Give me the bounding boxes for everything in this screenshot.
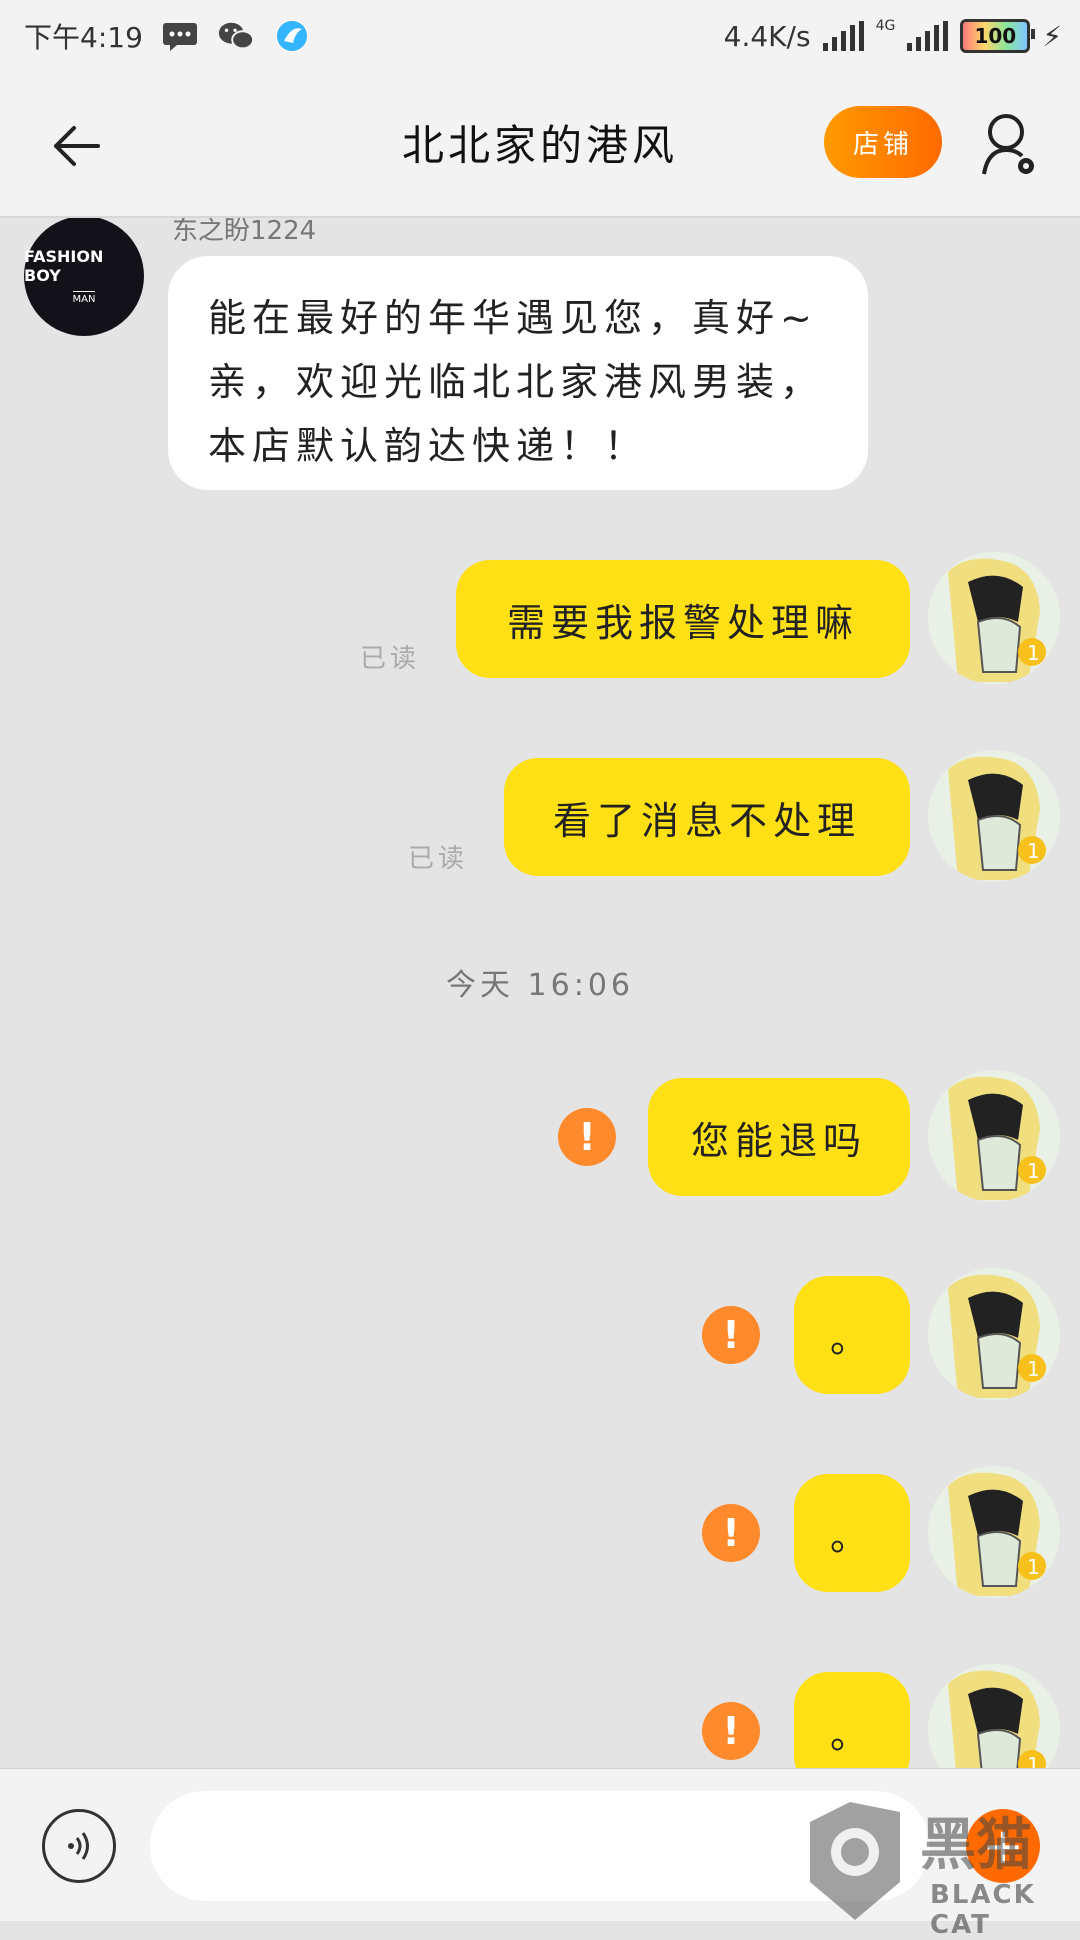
svg-text:1: 1 [1027,641,1040,665]
read-status: 已读 [408,844,469,874]
charging-icon: ⚡ [1042,19,1062,53]
voice-icon[interactable] [42,1809,116,1883]
user-avatar[interactable]: 1 [928,750,1060,882]
outgoing-message[interactable]: 。 [794,1672,910,1768]
message-timestamp: 今天 16:06 [446,968,634,1003]
outgoing-message[interactable]: 需要我报警处理嘛 [456,560,910,678]
svg-text:1: 1 [1027,1159,1040,1183]
app-bird-icon [273,21,311,51]
status-time: 下午4:19 [24,21,143,54]
shop-avatar-subtitle: MAN [72,291,96,305]
message-icon [161,21,199,51]
chat-area[interactable]: 东之盼1224 FASHION BOY MAN 能在最好的年华遇见您，真好~亲，… [0,218,1080,1768]
send-failed-icon[interactable]: ! [702,1504,760,1562]
plus-icon[interactable]: + [966,1809,1040,1883]
read-status: 已读 [360,644,421,674]
outgoing-message[interactable]: 。 [794,1276,910,1394]
sender-name: 东之盼1224 [172,218,317,246]
user-avatar[interactable]: 1 [928,1664,1060,1768]
incoming-message[interactable]: 能在最好的年华遇见您，真好~亲，欢迎光临北北家港风男装，本店默认韵达快递！！ [168,256,868,490]
shop-avatar[interactable]: FASHION BOY MAN [24,218,144,336]
svg-text:1: 1 [1027,1753,1040,1768]
shop-button[interactable]: 店铺 [824,106,942,178]
user-settings-icon[interactable] [980,110,1040,180]
user-avatar[interactable]: 1 [928,1070,1060,1202]
svg-text:1: 1 [1027,1357,1040,1381]
svg-text:1: 1 [1027,1555,1040,1579]
network-speed: 4.4K/s [723,19,811,53]
status-bar: 下午4:19 4.4K/s 4G 100 ⚡ [0,0,1080,72]
outgoing-message[interactable]: 您能退吗 [648,1078,910,1196]
input-bar: + [0,1768,1080,1921]
battery-level: 100 [974,24,1017,48]
send-failed-icon[interactable]: ! [702,1702,760,1760]
user-avatar[interactable]: 1 [928,552,1060,684]
header-bar: 北北家的港风 店铺 [0,72,1080,218]
message-input[interactable] [150,1791,930,1901]
outgoing-message[interactable]: 看了消息不处理 [504,758,910,876]
battery-icon: 100 [960,19,1036,53]
send-failed-icon[interactable]: ! [702,1306,760,1364]
network-type: 4G [875,18,896,34]
svg-text:1: 1 [1027,839,1040,863]
shop-avatar-title: FASHION BOY [24,247,104,285]
arrow-left-icon[interactable] [48,116,108,176]
user-avatar[interactable]: 1 [928,1268,1060,1400]
send-failed-icon[interactable]: ! [558,1108,616,1166]
wechat-icon [217,21,255,51]
signal-icon [822,21,864,51]
signal-icon-2 [907,21,949,51]
outgoing-message[interactable]: 。 [794,1474,910,1592]
user-avatar[interactable]: 1 [928,1466,1060,1598]
